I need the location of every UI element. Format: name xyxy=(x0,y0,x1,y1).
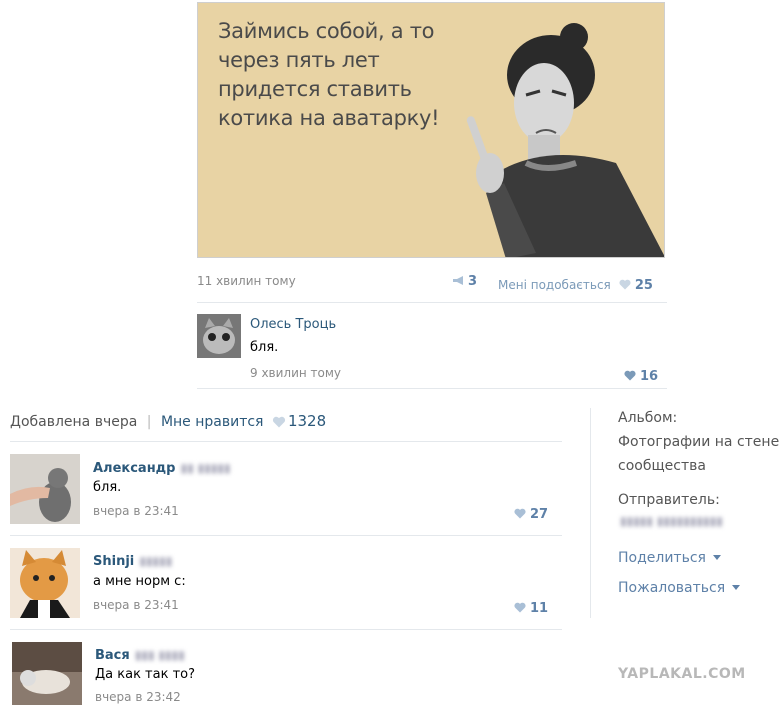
blurred-surname: ▮▮▮ ▮▮▮▮ xyxy=(134,648,185,662)
cat-avatar-icon xyxy=(10,454,80,524)
report-label: Пожаловаться xyxy=(618,580,726,596)
photo-like-label[interactable]: Мне нравится xyxy=(161,414,264,430)
meme-caption: Займись собой, а то через пять лет приде… xyxy=(218,17,468,133)
avatar[interactable] xyxy=(10,548,80,618)
comment-text: бля. xyxy=(250,340,279,355)
cat-avatar-icon xyxy=(10,548,80,618)
comment-time[interactable]: вчера в 23:41 xyxy=(93,504,179,518)
comment-text: а мне норм с: xyxy=(93,574,186,589)
album-label: Альбом: xyxy=(618,410,678,426)
report-button[interactable]: Пожаловаться xyxy=(618,580,741,596)
sender-label: Отправитель: xyxy=(618,492,720,508)
watermark: YAPLAKAL.COM xyxy=(618,666,746,682)
comment-author[interactable]: Shinji xyxy=(93,554,134,569)
blurred-sender[interactable]: ▮▮▮▮▮ ▮▮▮▮▮▮▮▮▮▮ xyxy=(620,514,723,528)
divider xyxy=(197,388,667,389)
comment-time[interactable]: вчера в 23:41 xyxy=(93,598,179,612)
avatar[interactable] xyxy=(12,642,82,705)
divider xyxy=(10,535,562,536)
comment-author-row: Вася ▮▮▮ ▮▮▮▮ xyxy=(95,644,185,663)
comment-author[interactable]: Александр xyxy=(93,461,176,476)
post-time[interactable]: 11 хвилин тому xyxy=(197,274,296,288)
comment-time[interactable]: 9 хвилин тому xyxy=(250,366,341,380)
heart-icon xyxy=(514,602,526,613)
photo-meta: Добавлена вчера | Мне нравится 1328 xyxy=(10,412,326,430)
comment-like-count: 16 xyxy=(640,369,659,384)
comment-like-button[interactable]: 11 xyxy=(514,597,548,616)
meme-line: Займись собой, а то xyxy=(218,19,435,43)
blurred-surname: ▮▮▮▮▮ xyxy=(139,554,173,568)
comment-text: Да как так то? xyxy=(95,667,196,682)
woman-illustration xyxy=(466,23,664,257)
album-info: Альбом: Фотографии на стене сообщества xyxy=(618,406,779,478)
added-time: Добавлена вчера xyxy=(10,414,138,430)
avatar[interactable] xyxy=(10,454,80,524)
cat-avatar-icon xyxy=(12,642,82,705)
comment-like-count: 11 xyxy=(530,601,549,616)
heart-icon xyxy=(619,279,631,290)
sidebar-divider xyxy=(590,408,591,618)
comment-author[interactable]: Олесь Троць xyxy=(250,317,336,332)
divider xyxy=(197,302,667,303)
divider xyxy=(10,441,562,442)
repost-count: 3 xyxy=(468,274,478,289)
blurred-surname: ▮▮ ▮▮▮▮▮ xyxy=(180,461,231,475)
meme-image[interactable]: Займись собой, а то через пять лет приде… xyxy=(197,2,665,258)
photo-like-count: 1328 xyxy=(287,412,327,430)
comment-like-button[interactable]: 16 xyxy=(624,365,658,384)
cat-avatar-icon xyxy=(197,314,241,358)
chevron-down-icon xyxy=(712,555,721,560)
heart-icon xyxy=(272,416,285,428)
comment-time[interactable]: вчера в 23:42 xyxy=(95,690,181,704)
repost-button[interactable]: 3 xyxy=(452,274,477,289)
album-link[interactable]: Фотографии на стене xyxy=(618,430,779,454)
megaphone-icon xyxy=(452,275,464,286)
share-label: Поделиться xyxy=(618,550,706,566)
chevron-down-icon xyxy=(732,585,741,590)
meta-divider: | xyxy=(146,414,152,430)
comment-like-count: 27 xyxy=(530,507,549,522)
comment-author[interactable]: Вася xyxy=(95,648,130,663)
heart-icon xyxy=(624,370,636,381)
album-link-cont[interactable]: сообщества xyxy=(618,454,779,478)
avatar[interactable] xyxy=(197,314,241,358)
divider xyxy=(10,629,562,630)
meme-line: котика на аватарку! xyxy=(218,106,440,130)
share-button[interactable]: Поделиться xyxy=(618,550,721,566)
post-like-button[interactable]: Мені подобається 25 xyxy=(498,274,653,293)
comment-author-row: Shinji ▮▮▮▮▮ xyxy=(93,550,172,569)
meme-line: придется ставить xyxy=(218,77,412,101)
post-like-count: 25 xyxy=(634,278,653,293)
comment-text: бля. xyxy=(93,480,122,495)
post-like-label: Мені подобається xyxy=(498,278,611,292)
heart-icon xyxy=(514,508,526,519)
comment-like-button[interactable]: 27 xyxy=(514,503,548,522)
meme-line: через пять лет xyxy=(218,48,380,72)
comment-author-row: Александр ▮▮ ▮▮▮▮▮ xyxy=(93,457,231,476)
